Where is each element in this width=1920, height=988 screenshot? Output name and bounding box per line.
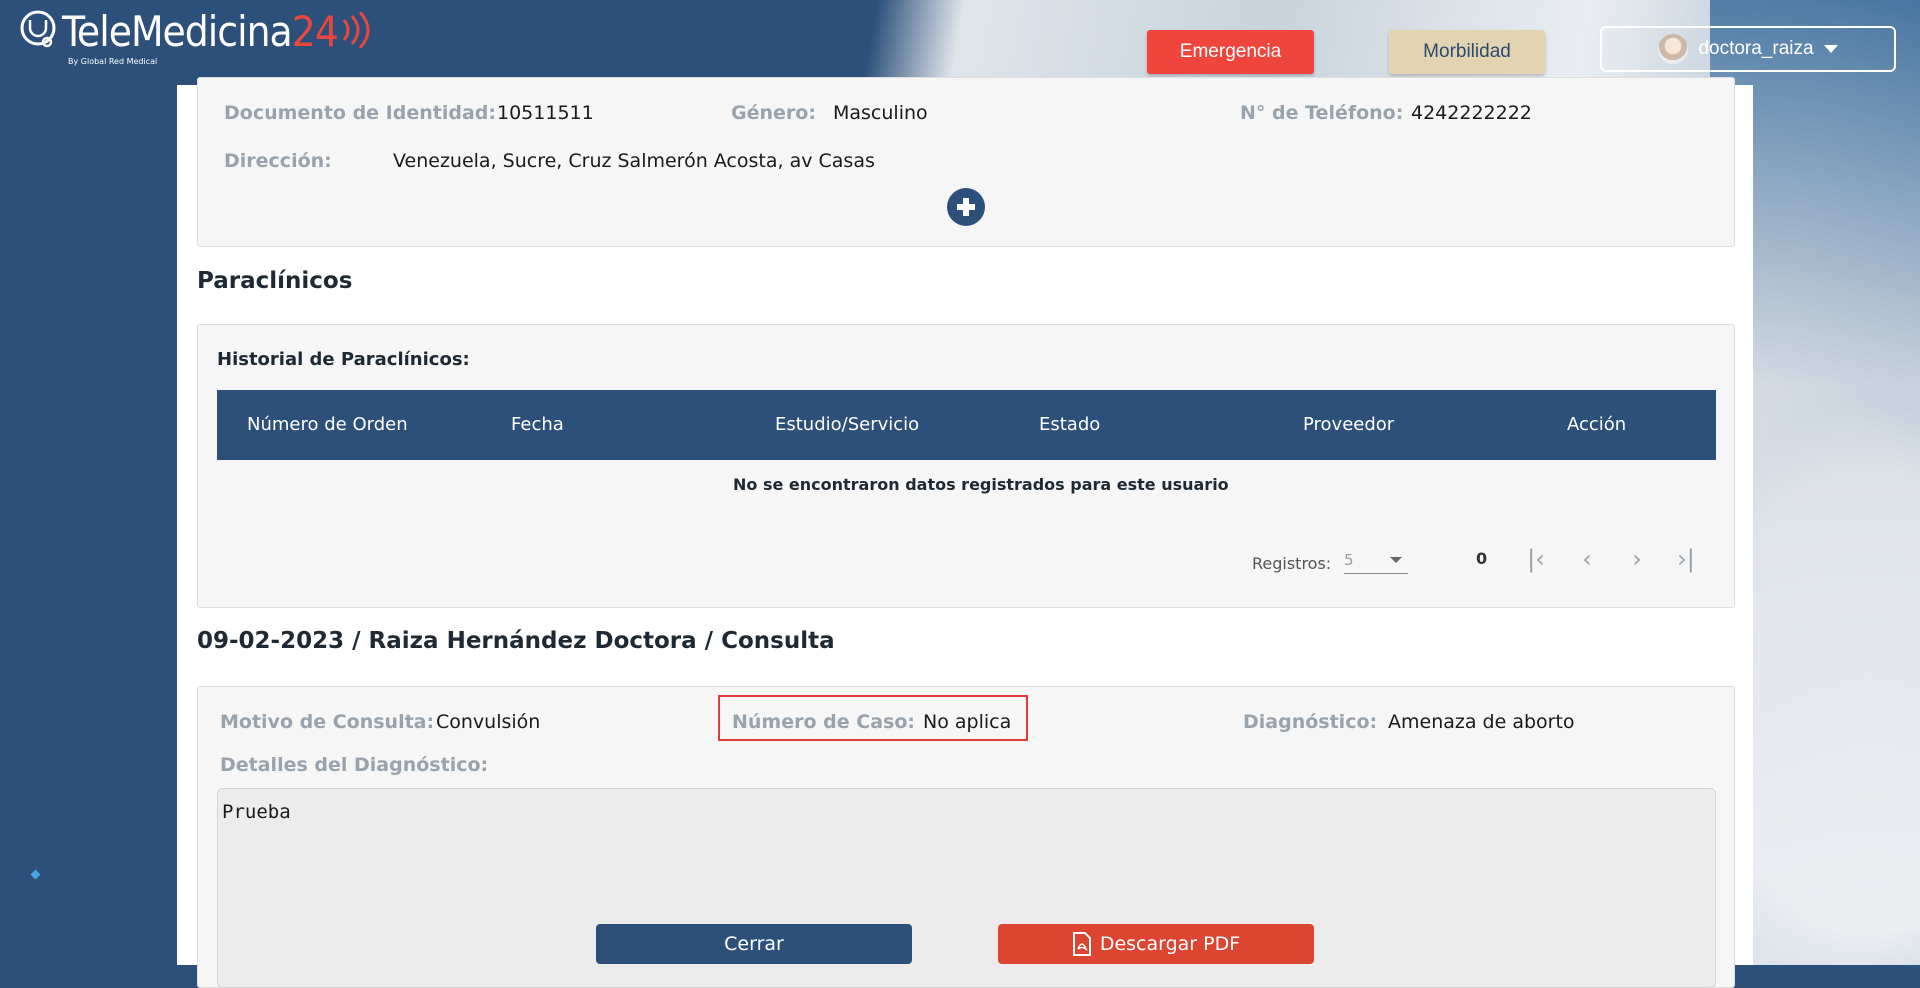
address-value: Venezuela, Sucre, Cruz Salmerón Acosta, …: [393, 150, 875, 172]
table-empty-message: No se encontraron datos registrados para…: [733, 475, 1229, 494]
previous-page-icon[interactable]: ‹: [1574, 546, 1600, 572]
records-count: 0: [1476, 549, 1488, 568]
col-action[interactable]: Acción: [1567, 414, 1626, 435]
paraclinicos-card: Historial de Paraclínicos: Número de Ord…: [197, 324, 1735, 608]
diagnosis-details-textarea[interactable]: Prueba: [217, 788, 1716, 988]
col-status[interactable]: Estado: [1039, 414, 1100, 435]
first-page-icon[interactable]: |‹: [1523, 546, 1549, 572]
main-content: Documento de Identidad: 10511511 Género:…: [177, 77, 1753, 988]
brand-name: TeleMedicina24: [62, 8, 372, 56]
pdf-file-icon: [1072, 932, 1091, 956]
col-provider[interactable]: Proveedor: [1303, 414, 1394, 435]
user-name: doctora_raiza: [1698, 38, 1814, 59]
consulta-card: Motivo de Consulta: Convulsión Número de…: [197, 686, 1735, 988]
plus-icon: [957, 198, 975, 216]
user-menu-button[interactable]: doctora_raiza: [1600, 26, 1896, 72]
reason-value: Convulsión: [436, 711, 541, 733]
col-order-number[interactable]: Número de Orden: [247, 414, 408, 435]
page-size-select[interactable]: 5: [1344, 551, 1408, 574]
caret-down-icon: [1823, 45, 1838, 53]
brand-tagline: By Global Red Medical: [68, 57, 158, 66]
gender-label: Género:: [731, 102, 816, 124]
consulta-title: 09-02-2023 / Raiza Hernández Doctora / C…: [197, 628, 835, 654]
reason-label: Motivo de Consulta:: [220, 711, 435, 733]
patient-info-card: Documento de Identidad: 10511511 Género:…: [197, 77, 1735, 247]
chevron-down-icon: [1390, 557, 1402, 563]
sidebar-indicator-icon[interactable]: [30, 869, 41, 880]
col-date[interactable]: Fecha: [511, 414, 564, 435]
address-label: Dirección:: [224, 150, 332, 172]
brand-logo[interactable]: TeleMedicina24 By Global Red Medical: [16, 8, 372, 66]
records-label: Registros:: [1252, 554, 1332, 573]
paraclinicos-title: Paraclínicos: [197, 268, 353, 294]
expand-patient-button[interactable]: [947, 188, 985, 226]
case-number-value: No aplica: [923, 711, 1012, 733]
emergency-button[interactable]: Emergencia: [1147, 30, 1314, 74]
page-size-value: 5: [1344, 551, 1354, 569]
diagnosis-details-label: Detalles del Diagnóstico:: [220, 754, 489, 776]
id-label: Documento de Identidad:: [224, 102, 496, 124]
col-study[interactable]: Estudio/Servicio: [775, 414, 919, 435]
top-header: TeleMedicina24 By Global Red Medical Eme…: [0, 0, 1920, 85]
morbidity-button[interactable]: Morbilidad: [1389, 30, 1545, 74]
signal-waves-icon: [342, 11, 370, 49]
paraclinicos-table-header: Número de Orden Fecha Estudio/Servicio E…: [217, 390, 1716, 460]
phone-label: N° de Teléfono:: [1240, 102, 1404, 124]
stethoscope-icon: [20, 10, 56, 48]
download-pdf-button[interactable]: Descargar PDF: [998, 924, 1314, 964]
brand-name-number: 24: [291, 7, 339, 56]
paraclinicos-history-title: Historial de Paraclínicos:: [217, 349, 470, 370]
brand-name-main: TeleMedicina: [62, 7, 293, 56]
case-number-label: Número de Caso:: [732, 711, 915, 733]
phone-value: 4242222222: [1411, 102, 1532, 124]
gender-value: Masculino: [833, 102, 928, 124]
next-page-icon[interactable]: ›: [1624, 546, 1650, 572]
diagnosis-value: Amenaza de aborto: [1388, 711, 1575, 733]
diagnosis-label: Diagnóstico:: [1243, 711, 1378, 733]
id-value: 10511511: [497, 102, 594, 124]
last-page-icon[interactable]: ›|: [1673, 546, 1699, 572]
close-button[interactable]: Cerrar: [596, 924, 912, 964]
download-pdf-label: Descargar PDF: [1099, 933, 1241, 955]
avatar: [1658, 34, 1689, 64]
